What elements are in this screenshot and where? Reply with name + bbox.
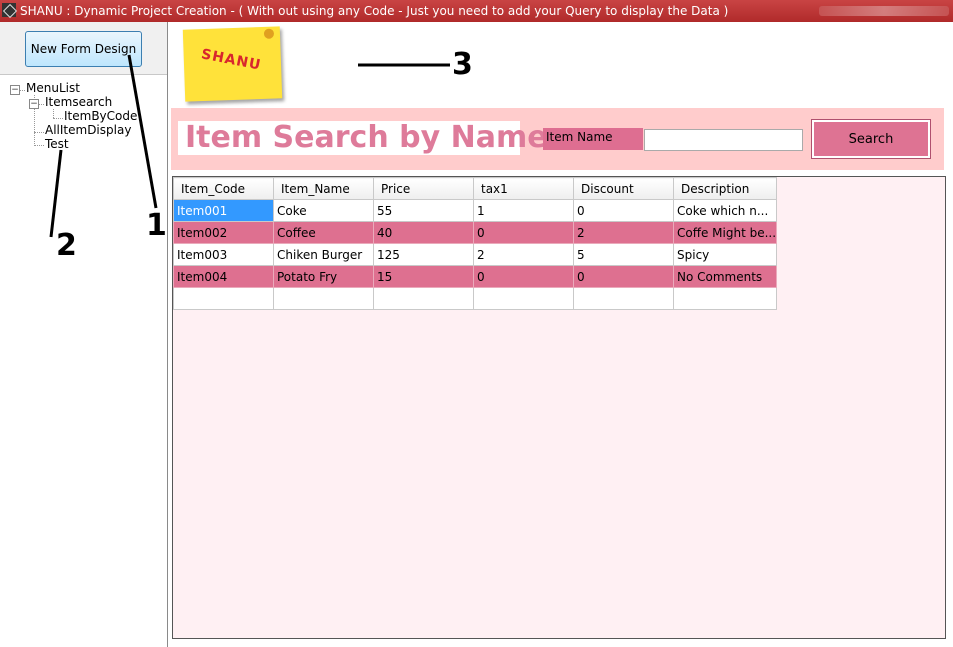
table-cell[interactable]: Coke bbox=[273, 199, 374, 222]
table-cell[interactable]: 0 bbox=[473, 265, 574, 288]
annotation-label-1: 1 bbox=[146, 208, 167, 243]
column-header-item-name[interactable]: Item_Name bbox=[273, 177, 374, 200]
collapse-icon[interactable]: − bbox=[10, 85, 20, 95]
table-cell[interactable]: Item001 bbox=[173, 199, 274, 222]
tree-node-menulist[interactable]: MenuList bbox=[26, 81, 80, 95]
table-row[interactable]: Item004 Potato Fry 15 0 0 No Comments bbox=[173, 265, 778, 288]
table-cell[interactable] bbox=[672, 287, 778, 310]
table-cell[interactable] bbox=[373, 287, 474, 310]
app-icon bbox=[2, 3, 16, 17]
results-grid[interactable]: Item_Code Item_Name Price tax1 Discount … bbox=[173, 177, 778, 310]
table-cell[interactable]: Item004 bbox=[173, 265, 274, 288]
shanu-logo: SHANU bbox=[182, 26, 283, 102]
window-title-bar[interactable]: SHANU : Dynamic Project Creation - ( Wit… bbox=[0, 0, 953, 22]
left-panel: New Form Design − MenuList − Itemsearch … bbox=[0, 22, 168, 647]
column-header-price[interactable]: Price bbox=[373, 177, 474, 200]
column-header-item-code[interactable]: Item_Code bbox=[173, 177, 274, 200]
annotation-label-2: 2 bbox=[56, 228, 77, 263]
collapse-icon[interactable]: − bbox=[29, 99, 39, 109]
item-name-label: Item Name bbox=[543, 128, 643, 150]
table-cell[interactable]: Coffe Might be... bbox=[672, 221, 778, 244]
tree-node-allitemdisplay[interactable]: AllItemDisplay bbox=[45, 123, 131, 137]
table-cell[interactable]: Spicy bbox=[672, 243, 778, 266]
table-cell[interactable]: Coke which n... bbox=[672, 199, 778, 222]
table-cell[interactable]: Item002 bbox=[173, 221, 274, 244]
table-cell[interactable]: Potato Fry bbox=[273, 265, 374, 288]
table-cell[interactable]: 0 bbox=[573, 199, 674, 222]
table-row[interactable]: Item001 Coke 55 1 0 Coke which n... bbox=[173, 199, 778, 222]
search-panel: Item Search by Name Item Name Search bbox=[171, 108, 944, 170]
table-cell[interactable] bbox=[173, 287, 274, 310]
table-cell[interactable] bbox=[573, 287, 674, 310]
tree-node-itemsearch[interactable]: Itemsearch bbox=[45, 95, 112, 109]
item-name-input[interactable] bbox=[644, 129, 803, 151]
table-row[interactable]: Item003 Chiken Burger 125 2 5 Spicy bbox=[173, 243, 778, 266]
window-controls[interactable] bbox=[819, 6, 949, 16]
results-grid-panel: Item_Code Item_Name Price tax1 Discount … bbox=[172, 176, 946, 639]
column-header-description[interactable]: Description bbox=[672, 177, 778, 200]
new-form-design-button[interactable]: New Form Design bbox=[25, 31, 142, 67]
table-cell[interactable]: 125 bbox=[373, 243, 474, 266]
table-cell[interactable] bbox=[273, 287, 374, 310]
table-cell[interactable]: 1 bbox=[473, 199, 574, 222]
table-cell[interactable]: 40 bbox=[373, 221, 474, 244]
table-cell[interactable]: Chiken Burger bbox=[273, 243, 374, 266]
column-header-discount[interactable]: Discount bbox=[573, 177, 674, 200]
tree-node-itembycode[interactable]: ItemByCode bbox=[64, 109, 137, 123]
table-cell[interactable]: 0 bbox=[573, 265, 674, 288]
table-cell[interactable]: Item003 bbox=[173, 243, 274, 266]
table-cell[interactable]: 2 bbox=[473, 243, 574, 266]
table-cell[interactable]: No Comments bbox=[672, 265, 778, 288]
table-cell[interactable]: 2 bbox=[573, 221, 674, 244]
table-cell[interactable]: 5 bbox=[573, 243, 674, 266]
window-title: SHANU : Dynamic Project Creation - ( Wit… bbox=[20, 4, 729, 18]
table-cell[interactable]: Coffee bbox=[273, 221, 374, 244]
table-cell[interactable]: 0 bbox=[473, 221, 574, 244]
column-header-tax1[interactable]: tax1 bbox=[473, 177, 574, 200]
grid-header-row: Item_Code Item_Name Price tax1 Discount … bbox=[173, 177, 778, 200]
table-row[interactable]: Item002 Coffee 40 0 2 Coffe Might be... bbox=[173, 221, 778, 244]
new-row[interactable] bbox=[173, 287, 778, 310]
tree-node-test[interactable]: Test bbox=[45, 137, 69, 151]
annotation-label-3: 3 bbox=[452, 47, 473, 82]
logo-text: SHANU bbox=[199, 46, 263, 74]
pin-icon bbox=[263, 28, 275, 39]
search-heading: Item Search by Name bbox=[178, 121, 548, 155]
table-cell[interactable]: 55 bbox=[373, 199, 474, 222]
table-cell[interactable]: 15 bbox=[373, 265, 474, 288]
table-cell[interactable] bbox=[473, 287, 574, 310]
search-button[interactable]: Search bbox=[811, 119, 931, 159]
button-area: New Form Design bbox=[0, 22, 167, 75]
